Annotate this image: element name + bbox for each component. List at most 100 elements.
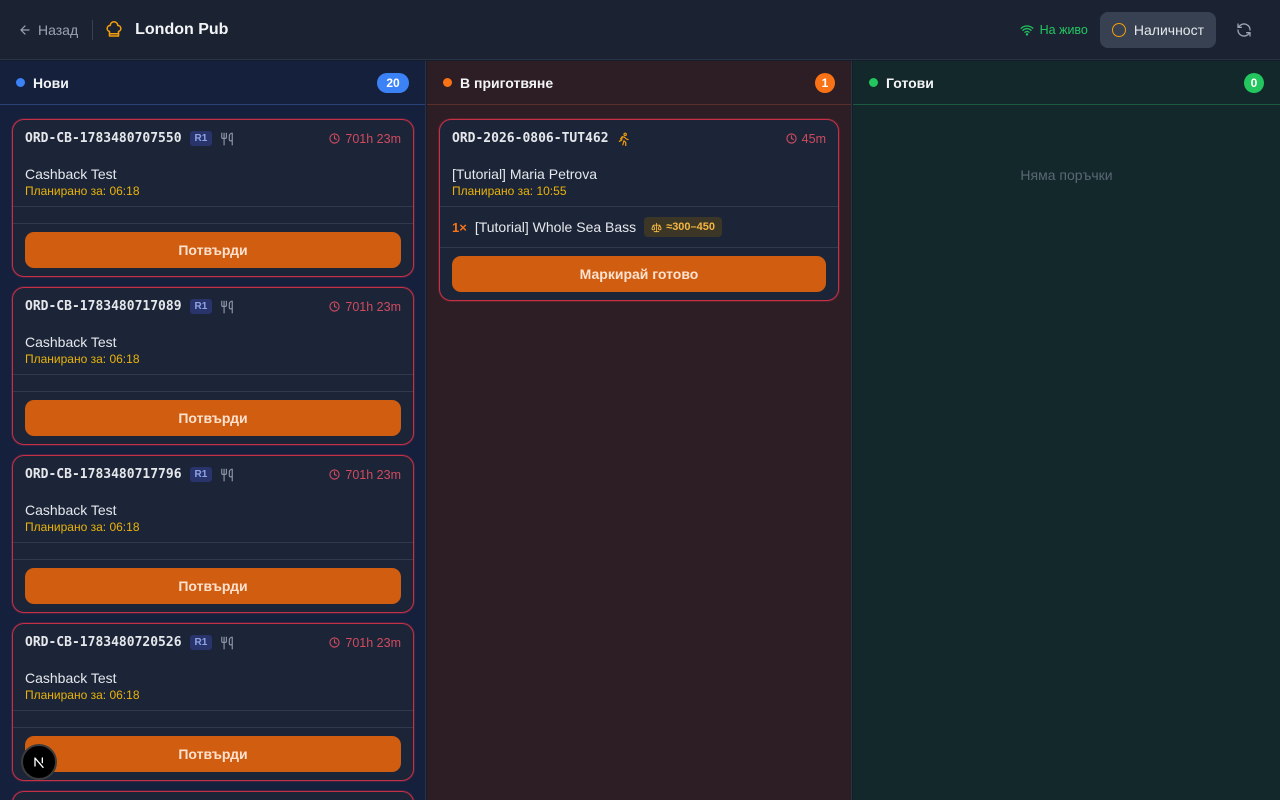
customer-name: Cashback Test (25, 334, 117, 350)
branch-badge: R1 (189, 635, 213, 650)
status-dot-ready (869, 78, 878, 87)
utensils-icon (220, 132, 234, 146)
elapsed-timer: 45m (786, 132, 826, 146)
customer-name: Cashback Test (25, 670, 117, 686)
order-id: ORD-CB-1783480717796 (25, 467, 182, 482)
order-card[interactable]: ORD-CB-1783480707550 R1 701h 23m Cashbac… (12, 119, 414, 277)
clock-icon (786, 133, 797, 144)
order-card-header: ORD-CB-1783480720526 R1 701h 23m (13, 624, 413, 661)
column-ready: Готови 0 Няма поръчки (853, 61, 1280, 800)
utensils-icon (220, 468, 234, 482)
divider (13, 223, 413, 224)
scheduled-time: Планирано за: 06:18 (25, 352, 140, 366)
customer-name: Cashback Test (25, 166, 117, 182)
elapsed-time: 45m (801, 131, 826, 146)
order-card[interactable] (12, 791, 414, 800)
refresh-button[interactable] (1226, 12, 1262, 48)
order-card[interactable]: ORD-CB-1783480717796 R1 701h 23m Cashbac… (12, 455, 414, 613)
column-preparing: В приготвяне 1 ORD-2026-0806-TUT462 45m … (427, 61, 852, 800)
item-name: [Tutorial] Whole Sea Bass (474, 219, 637, 235)
column-header-new: Нови 20 (0, 61, 425, 105)
branch-badge: R1 (189, 299, 213, 314)
order-card-header: ORD-CB-1783480717089 R1 701h 23m (13, 288, 413, 325)
item-quantity: 1× (452, 219, 467, 235)
order-card-header: ORD-2026-0806-TUT462 45m (440, 120, 838, 157)
customer-name: [Tutorial] Maria Petrova (452, 166, 597, 182)
availability-button[interactable]: Наличност (1099, 11, 1216, 48)
brand: London Pub (105, 21, 228, 39)
refresh-icon (1237, 22, 1251, 37)
utensils-icon (220, 300, 234, 314)
mark-ready-button[interactable]: Маркирай готово (452, 256, 826, 292)
scale-icon (651, 222, 662, 232)
weight-badge: ≈300–450 (644, 217, 723, 237)
elapsed-timer: 701h 23m (329, 300, 401, 314)
column-title-new: Нови (33, 74, 69, 91)
clock-icon (329, 301, 341, 312)
divider (13, 727, 413, 728)
order-id: ORD-CB-1783480717089 (25, 299, 182, 314)
column-new: Нови 20 ORD-CB-1783480707550 R1 701h 23m… (0, 61, 426, 800)
confirm-button[interactable]: Потвърди (25, 568, 401, 604)
wifi-icon (1020, 24, 1034, 36)
header-actions: На живо Наличност (1020, 11, 1262, 48)
chef-hat-icon (105, 20, 123, 39)
scheduled-time: Планирано за: 06:18 (25, 184, 140, 198)
back-button[interactable]: Назад (18, 22, 78, 38)
column-header-ready: Готови 0 (853, 61, 1280, 105)
scheduled-time: Планирано за: 06:18 (25, 520, 140, 534)
elapsed-time: 701h 23m (345, 299, 401, 314)
runner-icon (617, 132, 631, 146)
elapsed-timer: 701h 23m (329, 636, 401, 650)
elapsed-time: 701h 23m (345, 635, 401, 650)
order-card-header: ORD-CB-1783480717796 R1 701h 23m (13, 456, 413, 493)
confirm-button[interactable]: Потвърди (25, 400, 401, 436)
utensils-icon (220, 636, 234, 650)
clock-icon (329, 133, 341, 144)
nextjs-icon (34, 757, 44, 768)
order-card[interactable]: ORD-2026-0806-TUT462 45m [Tutorial] Mari… (439, 119, 839, 301)
top-bar: Назад London Pub На живо Наличност (0, 0, 1280, 60)
order-card[interactable]: ORD-CB-1783480717089 R1 701h 23m Cashbac… (12, 287, 414, 445)
live-label: На живо (1039, 22, 1088, 37)
order-card[interactable]: ORD-CB-1783480720526 R1 701h 23m Cashbac… (12, 623, 414, 781)
clock-icon (329, 469, 341, 480)
status-dot-new (16, 78, 25, 87)
status-dot-preparing (443, 78, 452, 87)
column-title-preparing: В приготвяне (460, 74, 554, 91)
back-label: Назад (38, 21, 79, 38)
order-card-header: ORD-CB-1783480707550 R1 701h 23m (13, 120, 413, 157)
column-title-ready: Готови (886, 74, 934, 91)
circle-icon (1111, 22, 1126, 37)
elapsed-time: 701h 23m (345, 467, 401, 482)
divider (440, 247, 838, 248)
elapsed-timer: 701h 23m (329, 468, 401, 482)
page-title: London Pub (135, 20, 229, 38)
confirm-button[interactable]: Потвърди (25, 736, 401, 772)
order-id: ORD-2026-0806-TUT462 (452, 131, 609, 146)
scheduled-time: Планирано за: 06:18 (25, 688, 140, 702)
order-id: ORD-CB-1783480707550 (25, 131, 182, 146)
divider (92, 19, 94, 40)
weight-range: ≈300–450 (666, 221, 716, 233)
column-header-preparing: В приготвяне 1 (427, 61, 851, 105)
divider (13, 391, 413, 392)
order-item: 1× [Tutorial] Whole Sea Bass ≈300–450 (440, 207, 838, 247)
scheduled-time: Планирано за: 10:55 (452, 184, 567, 198)
empty-state-message: Няма поръчки (1020, 167, 1113, 183)
confirm-button[interactable]: Потвърди (25, 232, 401, 268)
elapsed-time: 701h 23m (345, 131, 401, 146)
live-status: На живо (1020, 23, 1088, 37)
elapsed-timer: 701h 23m (329, 132, 401, 146)
nextjs-dev-button[interactable] (21, 744, 57, 780)
count-badge-preparing: 1 (815, 72, 835, 93)
count-badge-new: 20 (377, 72, 409, 93)
count-badge-ready: 0 (1244, 72, 1264, 93)
branch-badge: R1 (189, 467, 213, 482)
branch-badge: R1 (189, 131, 213, 146)
divider (13, 559, 413, 560)
arrow-left-icon (20, 24, 30, 35)
customer-name: Cashback Test (25, 502, 117, 518)
order-id: ORD-CB-1783480720526 (25, 635, 182, 650)
availability-label: Наличност (1133, 21, 1204, 38)
